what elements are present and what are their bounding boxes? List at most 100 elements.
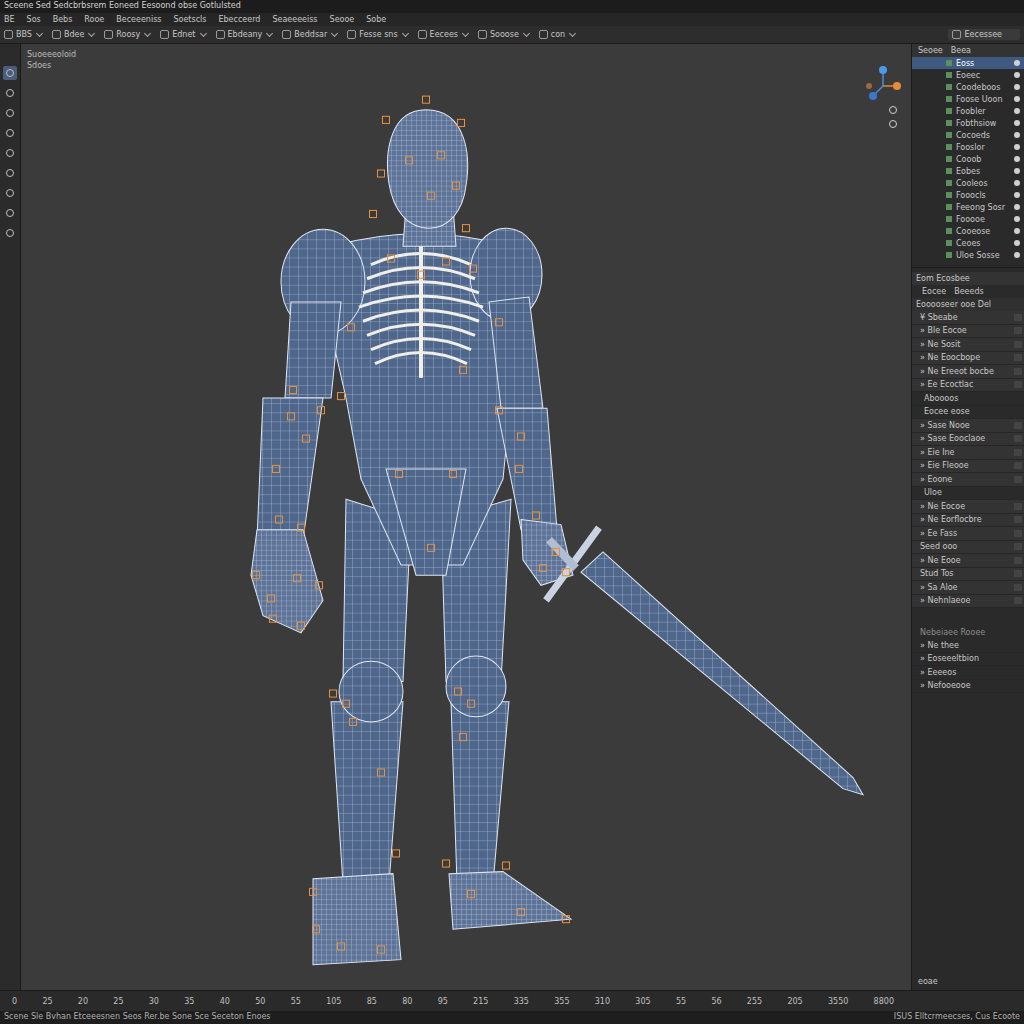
menu-item[interactable]: Soetscls bbox=[173, 15, 206, 24]
property-row[interactable]: » Ne Sosit bbox=[912, 338, 1024, 352]
property-row[interactable]: ¥ Sbeabe bbox=[912, 311, 1024, 325]
eye-icon[interactable] bbox=[1014, 72, 1020, 78]
timeline[interactable]: 0252025303540505510585809521533535531030… bbox=[0, 990, 1024, 1011]
property-row[interactable]: » Eeeeos bbox=[912, 666, 1024, 680]
dropdown-icon[interactable] bbox=[1014, 597, 1022, 604]
property-row[interactable]: » Eie Fleooe bbox=[912, 460, 1024, 474]
dropdown-icon[interactable] bbox=[1014, 422, 1022, 429]
property-row[interactable]: » Nefooeooe bbox=[912, 680, 1024, 694]
outliner-item[interactable]: Ceoes bbox=[912, 237, 1024, 249]
dropdown-icon[interactable] bbox=[1014, 449, 1022, 456]
menu-item[interactable]: Bebs bbox=[53, 15, 73, 24]
eye-icon[interactable] bbox=[1014, 60, 1020, 66]
dropdown-icon[interactable] bbox=[1014, 462, 1022, 469]
toolbar-dropdown[interactable]: Fesse sns bbox=[347, 30, 409, 39]
eye-icon[interactable] bbox=[1014, 240, 1020, 246]
outliner-item[interactable]: Foose Uoon bbox=[912, 93, 1024, 105]
eye-icon[interactable] bbox=[1014, 144, 1020, 150]
toolbar-dropdown[interactable]: Eecees bbox=[418, 30, 470, 39]
outliner-item[interactable]: Fooooe bbox=[912, 213, 1024, 225]
toolbar-dropdown[interactable]: Bdee bbox=[52, 30, 96, 39]
tool-button[interactable] bbox=[3, 86, 17, 100]
dropdown-icon[interactable] bbox=[1014, 584, 1022, 591]
tool-button[interactable] bbox=[3, 66, 17, 80]
toolbar-dropdown[interactable]: Roosy bbox=[104, 30, 152, 39]
property-row[interactable]: » Ne Eooe bbox=[912, 554, 1024, 568]
property-row[interactable]: » Ne Eocoe bbox=[912, 500, 1024, 514]
eye-icon[interactable] bbox=[1014, 84, 1020, 90]
property-row[interactable]: » Eoseeeltbion bbox=[912, 653, 1024, 667]
dropdown-icon[interactable] bbox=[1014, 530, 1022, 537]
toolbar-dropdown[interactable]: Sooose bbox=[478, 30, 531, 39]
eye-icon[interactable] bbox=[1014, 216, 1020, 222]
outliner-item[interactable]: Eoeec bbox=[912, 69, 1024, 81]
toolbar-dropdown[interactable]: Beddsar bbox=[282, 30, 339, 39]
properties-tab[interactable]: Eocee bbox=[922, 287, 946, 296]
outliner-item[interactable]: Feeong Sosr bbox=[912, 201, 1024, 213]
toolbar-dropdown[interactable]: BBS bbox=[4, 30, 44, 39]
outliner-tab[interactable]: Beea bbox=[951, 46, 971, 55]
property-row[interactable]: Stud Tos bbox=[912, 568, 1024, 582]
dropdown-icon[interactable] bbox=[1014, 381, 1022, 388]
eye-icon[interactable] bbox=[1014, 228, 1020, 234]
menu-item[interactable]: Sobe bbox=[366, 15, 386, 24]
property-row[interactable]: » Ne thee bbox=[912, 639, 1024, 653]
property-row[interactable]: » Ne Eoocbope bbox=[912, 352, 1024, 366]
tool-button[interactable] bbox=[3, 106, 17, 120]
menu-item[interactable]: Seaeeeeiss bbox=[272, 15, 317, 24]
property-row[interactable]: » Sase Eooclaoe bbox=[912, 433, 1024, 447]
eye-icon[interactable] bbox=[1014, 180, 1020, 186]
dropdown-icon[interactable] bbox=[1014, 327, 1022, 334]
property-row[interactable]: » Sase Nooe bbox=[912, 419, 1024, 433]
property-row[interactable]: » Ee Ecoctlac bbox=[912, 379, 1024, 393]
menu-item[interactable]: Rooe bbox=[84, 15, 104, 24]
tool-button[interactable] bbox=[3, 226, 17, 240]
tool-button[interactable] bbox=[3, 186, 17, 200]
property-row[interactable]: » Ee Fass bbox=[912, 527, 1024, 541]
outliner-item[interactable]: Cocoeds bbox=[912, 129, 1024, 141]
eye-icon[interactable] bbox=[1014, 156, 1020, 162]
dropdown-icon[interactable] bbox=[1014, 476, 1022, 483]
properties-tab[interactable]: Beeeds bbox=[954, 287, 984, 296]
property-row[interactable]: » Nehnlaeoe bbox=[912, 595, 1024, 609]
menu-item[interactable]: Ebecceerd bbox=[218, 15, 260, 24]
tool-button[interactable] bbox=[3, 166, 17, 180]
outliner-item[interactable]: Coodeboos bbox=[912, 81, 1024, 93]
menu-item[interactable]: Seooe bbox=[330, 15, 355, 24]
menu-item[interactable]: Beceeeniss bbox=[116, 15, 161, 24]
axis-gizmo-icon[interactable] bbox=[863, 64, 903, 134]
eye-icon[interactable] bbox=[1014, 120, 1020, 126]
dropdown-icon[interactable] bbox=[1014, 341, 1022, 348]
tool-button[interactable] bbox=[3, 126, 17, 140]
dropdown-icon[interactable] bbox=[1014, 368, 1022, 375]
dropdown-icon[interactable] bbox=[1014, 543, 1022, 550]
outliner-item[interactable]: Cooob bbox=[912, 153, 1024, 165]
dropdown-icon[interactable] bbox=[1014, 516, 1022, 523]
outliner-item[interactable]: Fooslor bbox=[912, 141, 1024, 153]
eye-icon[interactable] bbox=[1014, 132, 1020, 138]
eye-icon[interactable] bbox=[1014, 192, 1020, 198]
eye-icon[interactable] bbox=[1014, 168, 1020, 174]
toolbar-dropdown[interactable]: Ebdeany bbox=[216, 30, 275, 39]
dropdown-icon[interactable] bbox=[1014, 354, 1022, 361]
menu-item[interactable]: BE bbox=[4, 15, 15, 24]
outliner-item[interactable]: Eoss bbox=[912, 57, 1024, 69]
dropdown-icon[interactable] bbox=[1014, 503, 1022, 510]
outliner-item[interactable]: Fobthsiow bbox=[912, 117, 1024, 129]
workspace-selector[interactable]: Eecessee bbox=[948, 29, 1020, 40]
dropdown-icon[interactable] bbox=[1014, 570, 1022, 577]
outliner-item[interactable]: Cooeose bbox=[912, 225, 1024, 237]
tool-button[interactable] bbox=[3, 206, 17, 220]
property-row[interactable]: Seed ooo bbox=[912, 541, 1024, 555]
outliner-item[interactable]: Eobes bbox=[912, 165, 1024, 177]
outliner-item[interactable]: Cooleos bbox=[912, 177, 1024, 189]
dropdown-icon[interactable] bbox=[1014, 557, 1022, 564]
outliner-item[interactable]: Uloe Sosse bbox=[912, 249, 1024, 261]
eye-icon[interactable] bbox=[1014, 108, 1020, 114]
tool-button[interactable] bbox=[3, 146, 17, 160]
toolbar-dropdown[interactable]: Ednet bbox=[160, 30, 207, 39]
eye-icon[interactable] bbox=[1014, 96, 1020, 102]
property-row[interactable]: » Sa Aloe bbox=[912, 581, 1024, 595]
eye-icon[interactable] bbox=[1014, 204, 1020, 210]
dropdown-icon[interactable] bbox=[1014, 435, 1022, 442]
